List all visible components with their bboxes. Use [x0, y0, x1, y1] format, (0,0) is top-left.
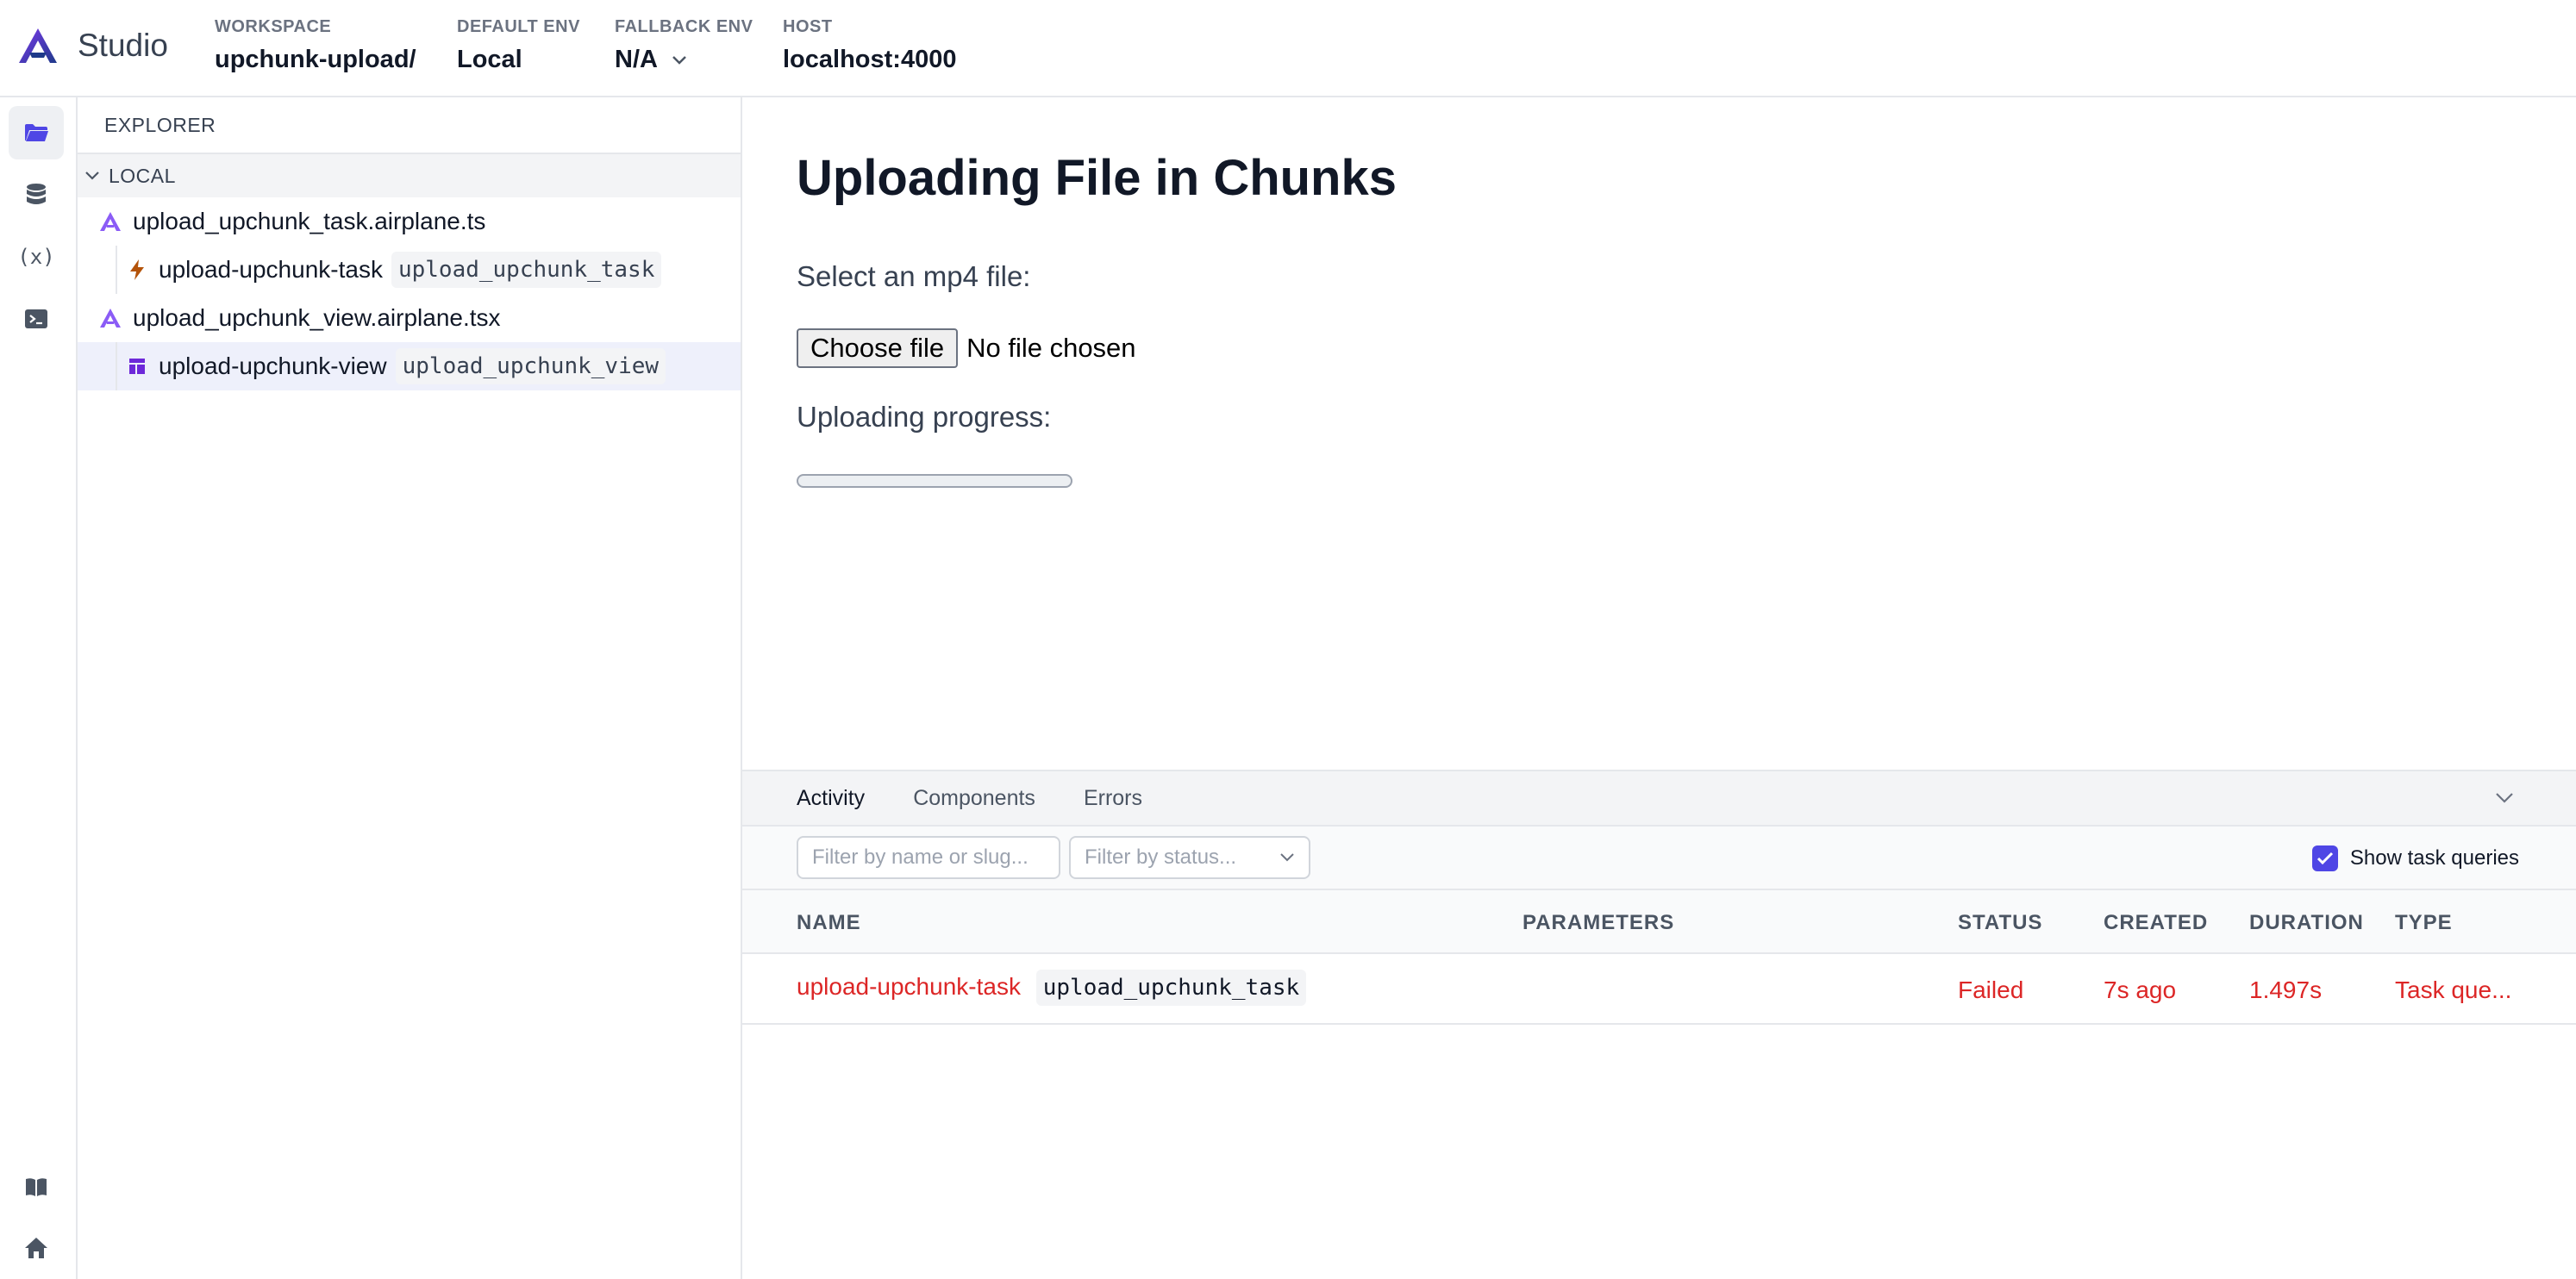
filter-status-placeholder: Filter by status... [1085, 845, 1237, 869]
select-file-label: Select an mp4 file: [797, 260, 1031, 292]
variable-icon: (x) [17, 245, 55, 269]
column-type: TYPE [2395, 911, 2453, 934]
workspace-value: upchunk-upload/ [215, 46, 416, 73]
terminal-icon [25, 309, 47, 328]
brand[interactable]: Studio [17, 24, 168, 67]
default-env-value: Local [457, 46, 522, 73]
run-type: Task que... [2395, 976, 2512, 1003]
lightning-icon [130, 259, 144, 280]
show-task-queries-checkbox[interactable] [2311, 845, 2338, 871]
view-name: upload-upchunk-view [159, 353, 387, 379]
chevron-down-icon[interactable] [2495, 792, 2514, 804]
activity-table-header: NAME PARAMETERS STATUS CREATED DURATION … [742, 890, 2576, 954]
tab-components[interactable]: Components [913, 786, 1035, 811]
layout-icon [129, 359, 145, 374]
brand-name: Studio [78, 28, 168, 63]
check-icon [2317, 852, 2333, 865]
progress-label: Uploading progress: [797, 401, 1052, 433]
table-row[interactable]: upload-upchunk-task upload_upchunk_task … [742, 954, 2576, 1025]
home-nav-button[interactable] [9, 1221, 64, 1275]
view-slug: upload_upchunk_view [395, 348, 666, 384]
task-slug: upload_upchunk_task [391, 252, 662, 288]
tree-guide [116, 342, 117, 390]
docs-nav-button[interactable] [9, 1160, 64, 1213]
chevron-down-icon [85, 172, 99, 180]
run-created: 7s ago [2104, 976, 2177, 1003]
book-icon [26, 1178, 47, 1196]
activity-filters: Filter by name or slug... Filter by stat… [742, 827, 2576, 890]
explorer-title: EXPLORER [78, 97, 741, 154]
task-item[interactable]: upload-upchunk-task upload_upchunk_task [78, 246, 741, 294]
run-status: Failed [1958, 976, 2024, 1003]
file-item[interactable]: upload_upchunk_view.airplane.tsx [78, 294, 741, 342]
tab-activity[interactable]: Activity [797, 786, 865, 811]
fallback-env-value: N/A [615, 46, 658, 73]
fallback-env-dropdown[interactable]: FALLBACK ENV N/A [615, 17, 753, 74]
column-created: CREATED [2104, 911, 2209, 934]
chevron-down-icon [672, 55, 686, 65]
folder-icon [25, 124, 48, 141]
choose-file-button[interactable]: Choose file [797, 328, 959, 368]
database-icon [27, 184, 46, 204]
workspace-label: WORKSPACE [215, 17, 332, 36]
fallback-env-value-wrap: N/A [615, 46, 753, 74]
run-slug: upload_upchunk_task [1035, 970, 1307, 1006]
icon-rail: (x) [0, 97, 78, 1279]
filter-status-select[interactable]: Filter by status... [1069, 836, 1310, 879]
show-task-queries-toggle[interactable]: Show task queries [2311, 845, 2519, 871]
panel-tabs: Activity Components Errors [742, 771, 2576, 827]
show-task-queries-label: Show task queries [2349, 846, 2519, 870]
run-name-cell: upload-upchunk-task upload_upchunk_task [797, 970, 1307, 1006]
resources-nav-button[interactable] [9, 168, 64, 221]
file-name: upload_upchunk_task.airplane.ts [133, 208, 486, 234]
filter-name-input[interactable]: Filter by name or slug... [797, 836, 1060, 879]
workspace-selector[interactable]: WORKSPACE upchunk-upload/ [215, 17, 416, 74]
file-name: upload_upchunk_view.airplane.tsx [133, 304, 501, 331]
run-duration: 1.497s [2249, 976, 2323, 1003]
column-parameters: PARAMETERS [1522, 911, 1675, 934]
run-name: upload-upchunk-task [797, 973, 1021, 1000]
host-value: localhost:4000 [783, 46, 957, 73]
explorer-panel: EXPLORER LOCAL upload_upchunk_task.airpl… [78, 97, 742, 1279]
activity-panel: Activity Components Errors Filter by nam… [742, 770, 2576, 1279]
file-item[interactable]: upload_upchunk_task.airplane.ts [78, 197, 741, 246]
view-preview: Uploading File in Chunks Select an mp4 f… [742, 97, 2576, 770]
airplane-file-icon [100, 309, 121, 328]
page-title: Uploading File in Chunks [797, 150, 1397, 206]
column-duration: DURATION [2249, 911, 2364, 934]
tree-guide [116, 246, 117, 294]
local-section-label: LOCAL [109, 164, 176, 187]
task-name: upload-upchunk-task [159, 256, 383, 283]
explorer-nav-button[interactable] [9, 106, 64, 159]
host: HOST localhost:4000 [783, 17, 956, 74]
home-icon [25, 1238, 47, 1258]
config-vars-nav-button[interactable]: (x) [9, 230, 64, 284]
local-section-toggle[interactable]: LOCAL [78, 154, 741, 197]
view-item[interactable]: upload-upchunk-view upload_upchunk_view [78, 342, 741, 390]
chevron-down-icon [1280, 853, 1294, 862]
no-file-text: No file chosen [966, 333, 1136, 363]
fallback-env-label: FALLBACK ENV [615, 17, 753, 36]
file-tree: upload_upchunk_task.airplane.ts upload-u… [78, 197, 741, 390]
default-env: DEFAULT ENV Local [457, 17, 580, 74]
host-label: HOST [783, 17, 833, 36]
airplane-file-icon [100, 212, 121, 231]
terminal-nav-button[interactable] [9, 292, 64, 346]
column-name: NAME [797, 911, 861, 934]
top-bar: Studio WORKSPACE upchunk-upload/ DEFAULT… [0, 0, 2576, 97]
upload-progress-bar [797, 474, 1072, 488]
default-env-label: DEFAULT ENV [457, 17, 580, 36]
column-status: STATUS [1958, 911, 2043, 934]
file-input[interactable]: Choose file No file chosen [797, 328, 1136, 368]
airplane-logo-icon [19, 28, 57, 63]
tab-errors[interactable]: Errors [1084, 786, 1142, 811]
